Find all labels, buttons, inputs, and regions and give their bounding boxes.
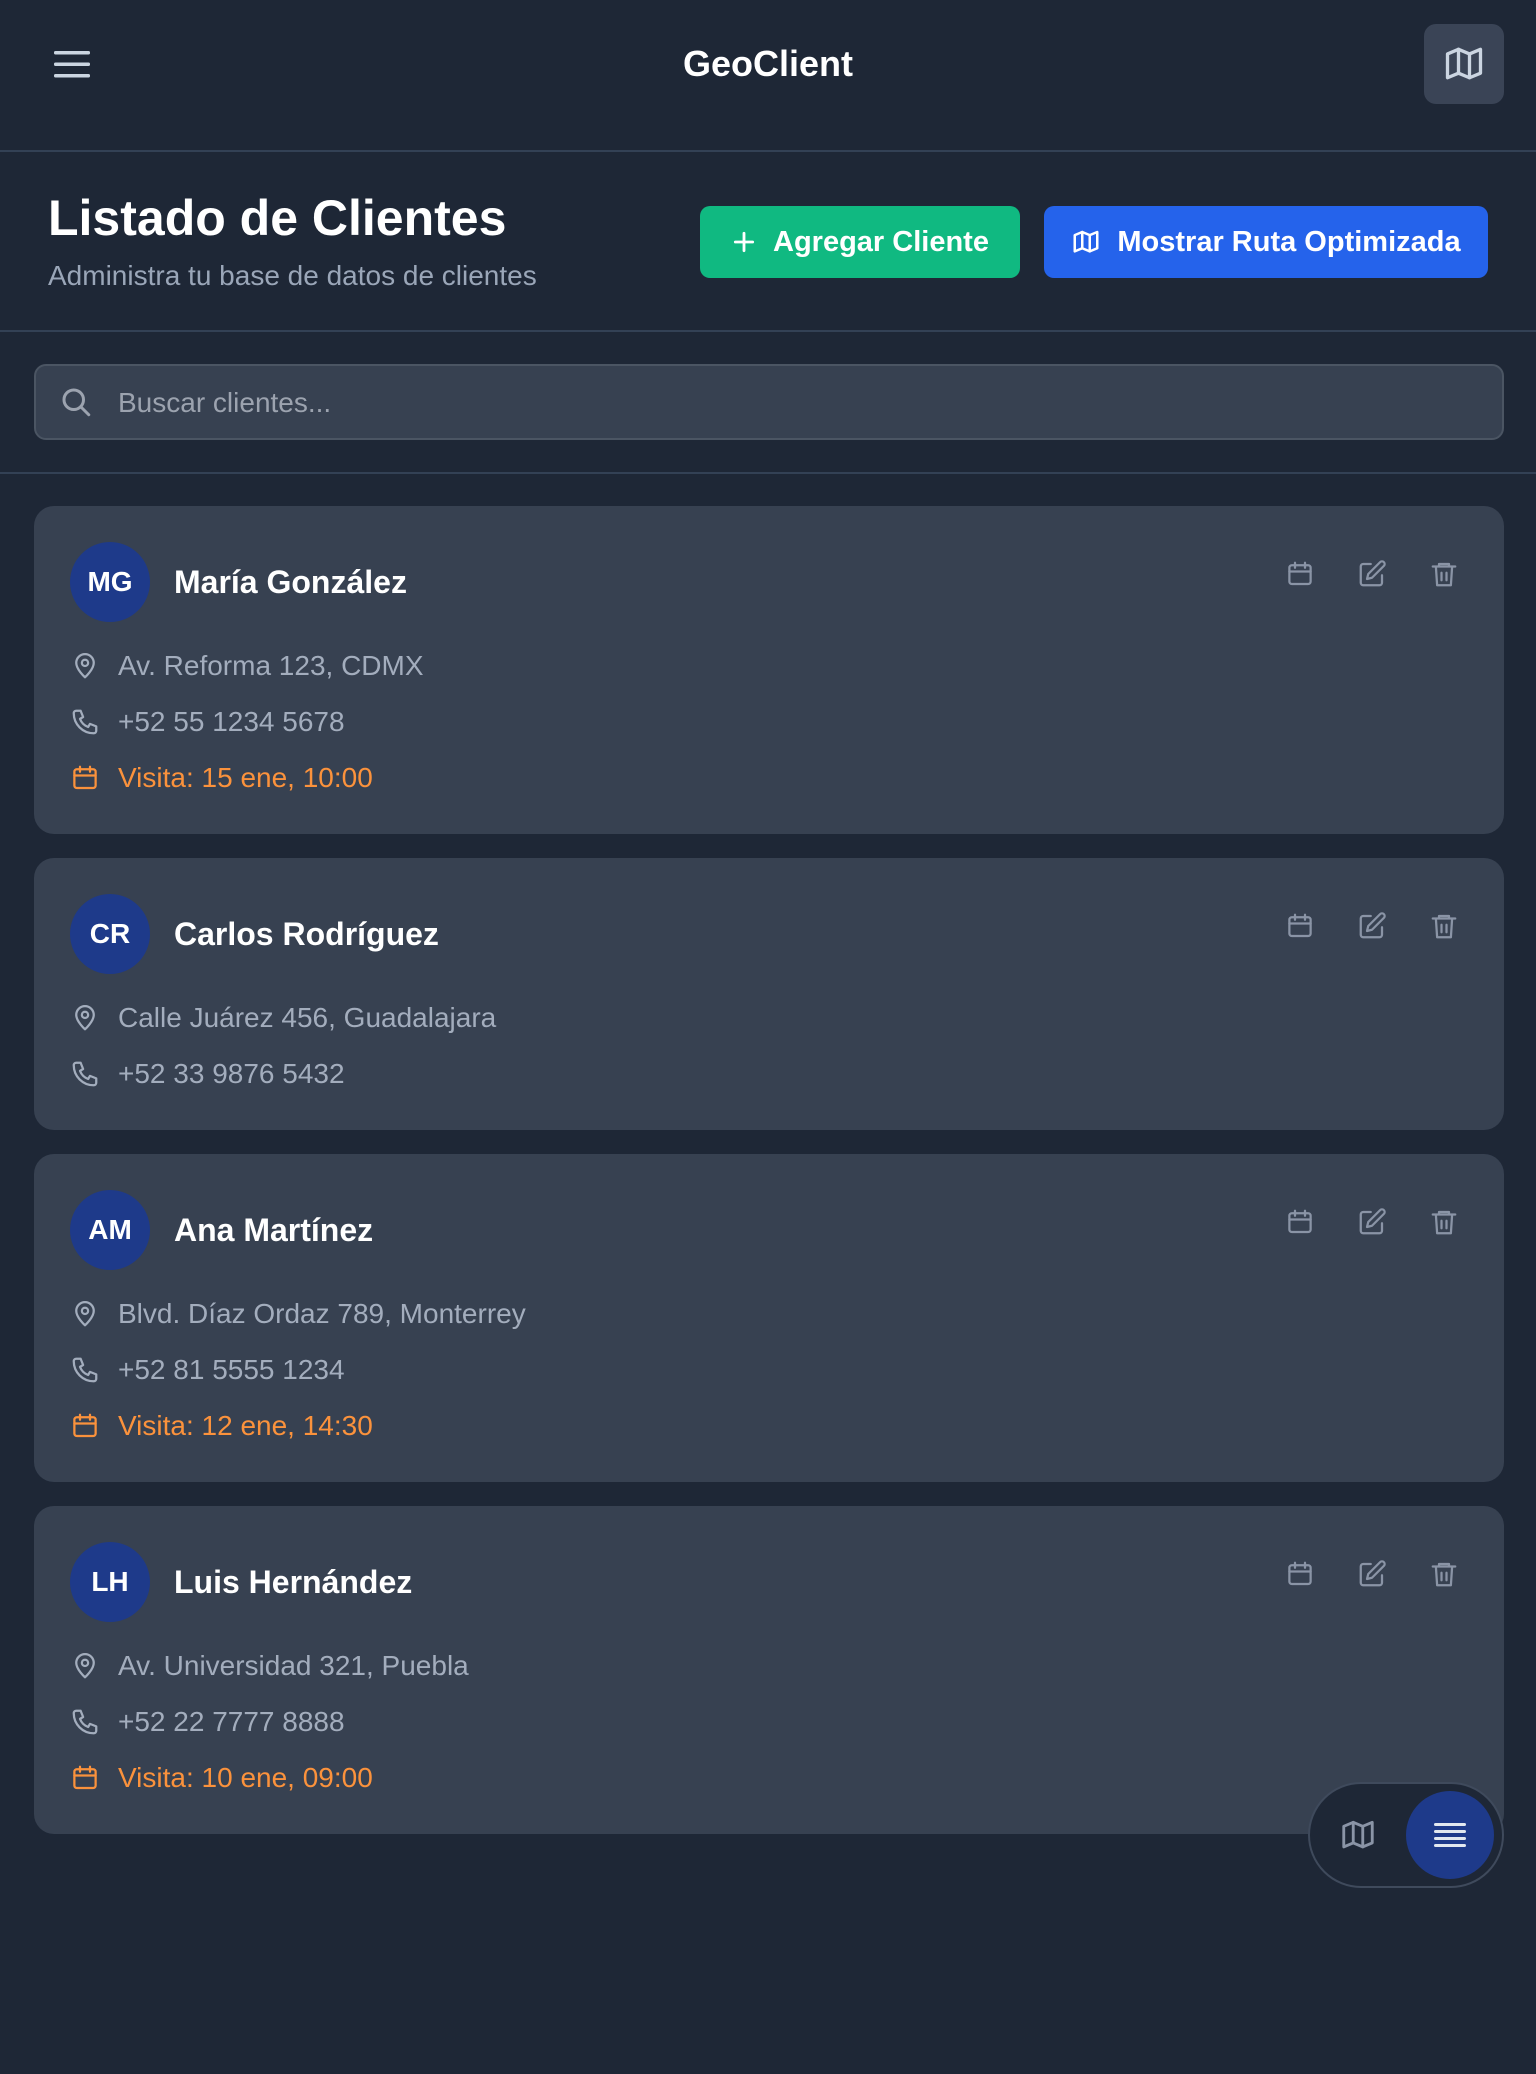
phone-icon: [70, 1707, 100, 1737]
app-title: GeoClient: [682, 43, 853, 84]
avatar: MG: [70, 542, 150, 622]
phone-icon: [70, 1355, 100, 1385]
client-name: María González: [174, 564, 407, 600]
calendar-icon: [70, 1411, 100, 1441]
client-phone-text: +52 22 7777 8888: [118, 1706, 345, 1737]
delete-client-button[interactable]: [1424, 554, 1464, 594]
client-name: Luis Hernández: [174, 1564, 413, 1600]
card-actions: [1248, 1202, 1464, 1242]
client-phone-text: +52 55 1234 5678: [118, 706, 345, 737]
trash-icon: [1431, 1210, 1457, 1235]
list-view-toggle[interactable]: [1406, 1791, 1494, 1879]
search-icon: [62, 388, 91, 417]
edit-icon: [1359, 912, 1386, 939]
plus-icon: [731, 229, 757, 255]
page-title: Listado de Clientes: [48, 190, 507, 246]
client-address-text: Calle Juárez 456, Guadalajara: [118, 1002, 497, 1033]
edit-client-button[interactable]: [1352, 1554, 1392, 1594]
client-card[interactable]: AM Ana Martínez Blvd. Díaz Ordaz 789, Mo…: [34, 1154, 1504, 1482]
view-switch: [1308, 1782, 1504, 1888]
map-icon: [1071, 227, 1101, 257]
client-card[interactable]: CR Carlos Rodríguez Calle Juárez 456, Gu…: [34, 858, 1504, 1130]
edit-icon: [1359, 560, 1386, 587]
edit-icon: [1359, 1560, 1386, 1587]
avatar: CR: [70, 894, 150, 974]
schedule-visit-button[interactable]: [1280, 906, 1320, 946]
phone-icon: [70, 1059, 100, 1089]
calendar-icon: [1288, 1561, 1312, 1586]
client-visit-text: Visita: 12 ene, 14:30: [118, 1410, 373, 1441]
client-address: Blvd. Díaz Ordaz 789, Monterrey: [70, 1294, 526, 1334]
client-address: Av. Universidad 321, Puebla: [70, 1646, 469, 1686]
map-view-toggle[interactable]: [1324, 1801, 1392, 1869]
client-card[interactable]: LH Luis Hernández Av. Universidad 321, P…: [34, 1506, 1504, 1834]
card-actions: [1248, 1554, 1464, 1594]
client-card[interactable]: MG María González Av. Reforma 123, CDMX …: [34, 506, 1504, 834]
list-icon: [1434, 1823, 1466, 1847]
top-bar: GeoClient: [0, 0, 1536, 152]
schedule-visit-button[interactable]: [1280, 1202, 1320, 1242]
edit-client-button[interactable]: [1352, 1202, 1392, 1242]
schedule-visit-button[interactable]: [1280, 554, 1320, 594]
calendar-icon: [1288, 913, 1312, 938]
client-visit: Visita: 10 ene, 09:00: [70, 1758, 373, 1798]
calendar-icon: [1288, 561, 1312, 586]
search-input[interactable]: [116, 366, 1490, 440]
trash-icon: [1431, 914, 1457, 939]
optimized-route-button[interactable]: Mostrar Ruta Optimizada: [1044, 206, 1488, 278]
optimized-route-label: Mostrar Ruta Optimizada: [1117, 225, 1461, 258]
map-icon: [1445, 47, 1483, 80]
phone-icon: [70, 707, 100, 737]
client-phone: +52 22 7777 8888: [70, 1702, 345, 1742]
delete-client-button[interactable]: [1424, 1202, 1464, 1242]
card-actions: [1248, 906, 1464, 946]
avatar: LH: [70, 1542, 150, 1622]
map-view-button[interactable]: [1424, 24, 1504, 104]
map-pin-icon: [70, 1003, 100, 1033]
client-phone: +52 81 5555 1234: [70, 1350, 345, 1390]
client-address: Calle Juárez 456, Guadalajara: [70, 998, 496, 1038]
add-client-label: Agregar Cliente: [773, 225, 989, 258]
trash-icon: [1431, 562, 1457, 587]
client-address-text: Blvd. Díaz Ordaz 789, Monterrey: [118, 1298, 526, 1329]
edit-client-button[interactable]: [1352, 554, 1392, 594]
client-phone-text: +52 81 5555 1234: [118, 1354, 345, 1385]
map-pin-icon: [70, 1651, 100, 1681]
search-box: [34, 364, 1504, 440]
map-pin-icon: [70, 651, 100, 681]
client-visit-text: Visita: 10 ene, 09:00: [118, 1762, 373, 1793]
client-phone-text: +52 33 9876 5432: [118, 1058, 345, 1089]
page-header: Listado de Clientes Administra tu base d…: [0, 152, 1536, 332]
edit-client-button[interactable]: [1352, 906, 1392, 946]
calendar-icon: [70, 763, 100, 793]
trash-icon: [1431, 1562, 1457, 1587]
client-visit: Visita: 15 ene, 10:00: [70, 758, 373, 798]
schedule-visit-button[interactable]: [1280, 1554, 1320, 1594]
map-pin-icon: [70, 1299, 100, 1329]
client-name: Ana Martínez: [174, 1212, 374, 1248]
client-phone: +52 33 9876 5432: [70, 1054, 345, 1094]
calendar-icon: [1288, 1209, 1312, 1234]
edit-icon: [1359, 1208, 1386, 1235]
client-visit: Visita: 12 ene, 14:30: [70, 1406, 373, 1446]
map-icon: [1342, 1820, 1374, 1849]
search-section: [0, 332, 1536, 474]
client-address-text: Av. Reforma 123, CDMX: [118, 650, 424, 681]
client-address: Av. Reforma 123, CDMX: [70, 646, 424, 686]
client-visit-text: Visita: 15 ene, 10:00: [118, 762, 373, 793]
card-actions: [1248, 554, 1464, 594]
page-subtitle: Administra tu base de datos de clientes: [48, 260, 537, 291]
client-address-text: Av. Universidad 321, Puebla: [118, 1650, 469, 1681]
calendar-icon: [70, 1763, 100, 1793]
avatar: AM: [70, 1190, 150, 1270]
delete-client-button[interactable]: [1424, 1554, 1464, 1594]
client-phone: +52 55 1234 5678: [70, 702, 345, 742]
add-client-button[interactable]: Agregar Cliente: [700, 206, 1020, 278]
client-name: Carlos Rodríguez: [174, 916, 439, 952]
delete-client-button[interactable]: [1424, 906, 1464, 946]
